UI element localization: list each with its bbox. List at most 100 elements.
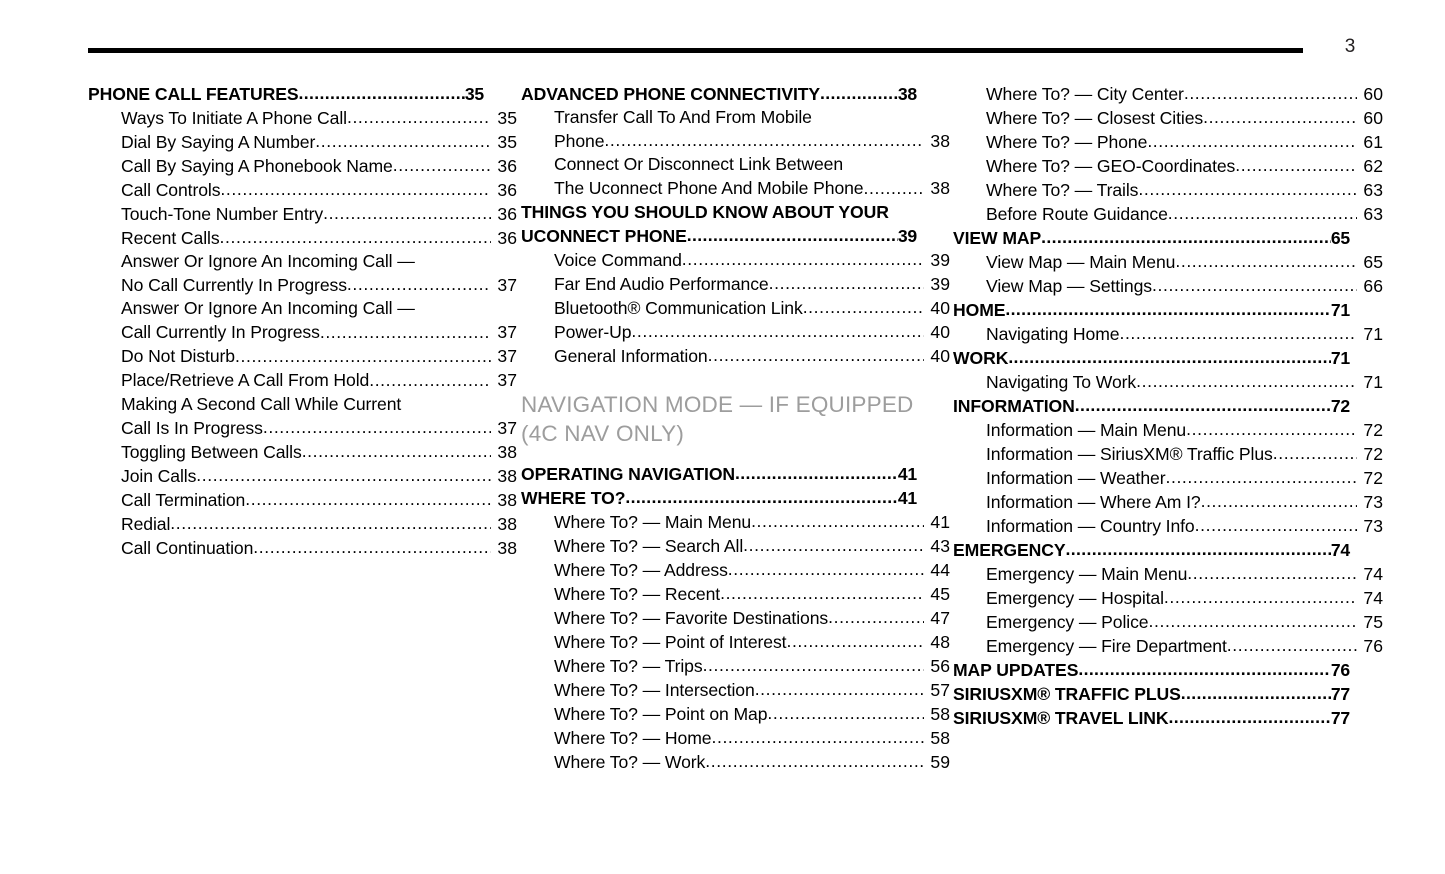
toc-entry-heading[interactable]: WHERE TO? 41 [521,486,917,510]
toc-entry[interactable]: Do Not Disturb 37 [88,345,517,369]
toc-entry[interactable]: Power-Up 40 [521,320,950,344]
toc-entry[interactable]: Information — Where Am I? 73 [953,490,1383,514]
toc-entry-page-number: 62 [1363,155,1383,176]
toc-entry-heading[interactable]: UCONNECT PHONE 39 [521,224,917,248]
toc-entry[interactable]: Where To? — Trips 56 [521,654,950,678]
toc-entry[interactable]: Toggling Between Calls 38 [88,440,517,464]
toc-entry[interactable]: Where To? — Closest Cities 60 [953,106,1383,130]
toc-entry[interactable]: Where To? — Intersection 57 [521,678,950,702]
toc-column-1: PHONE CALL FEATURES35Ways To Initiate A … [88,82,517,560]
toc-entry[interactable]: Information — Weather 72 [953,466,1383,490]
toc-entry[interactable]: Join Calls 38 [88,464,517,488]
toc-entry[interactable]: Navigating To Work 71 [953,370,1383,394]
toc-entry[interactable]: Far End Audio Performance 39 [521,272,950,296]
leader-dots [1195,514,1358,532]
toc-entry[interactable]: Transfer Call To And From Mobile [521,106,950,129]
leader-dots [393,154,492,172]
toc-entry[interactable]: Information — Country Info 73 [953,514,1383,538]
toc-entry-page-number: 75 [1363,611,1383,632]
leader-dots [1078,658,1330,676]
toc-entry[interactable]: Voice Command 39 [521,248,950,272]
toc-entry-label: Call Controls [121,179,221,200]
toc-entry[interactable]: Bluetooth® Communication Link 40 [521,296,950,320]
toc-entry-page-number: 72 [1363,419,1383,440]
toc-entry-heading[interactable]: SIRIUSXM® TRAVEL LINK 77 [953,706,1350,730]
toc-entry[interactable]: General Information 40 [521,344,950,368]
toc-entry-page-number: 76 [1363,635,1383,656]
leader-dots [828,606,924,624]
toc-entry[interactable]: Call Is In Progress 37 [88,416,517,440]
toc-entry-heading[interactable]: OPERATING NAVIGATION 41 [521,462,917,486]
toc-entry[interactable]: Where To? — Main Menu 41 [521,510,950,534]
toc-entry-heading[interactable]: WORK 71 [953,346,1350,370]
toc-entry[interactable]: Ways To Initiate A Phone Call 35 [88,106,517,130]
toc-entry[interactable]: Making A Second Call While Current [88,393,517,416]
toc-entry-page-number: 61 [1363,131,1383,152]
toc-entry[interactable]: Call Termination 38 [88,488,517,512]
toc-entry-page-number: 38 [497,441,517,462]
toc-entry-heading[interactable]: THINGS YOU SHOULD KNOW ABOUT YOUR [521,201,917,224]
leader-dots [1152,274,1357,292]
toc-entry-label: Where To? — Point of Interest [554,631,787,652]
toc-entry[interactable]: Where To? — City Center 60 [953,82,1383,106]
toc-entry-label: WORK [953,347,1009,368]
toc-entry-page-number: 71 [1363,371,1383,392]
leader-dots [1181,682,1331,700]
toc-entry-heading[interactable]: HOME 71 [953,298,1350,322]
toc-entry[interactable]: Touch-Tone Number Entry 36 [88,202,517,226]
toc-entry-heading[interactable]: ADVANCED PHONE CONNECTIVITY 38 [521,82,917,106]
toc-entry[interactable]: Emergency — Police 75 [953,610,1383,634]
toc-entry-page-number: 58 [930,703,950,724]
toc-entry-heading[interactable]: VIEW MAP 65 [953,226,1350,250]
toc-entry[interactable]: Recent Calls 36 [88,226,517,250]
toc-entry-label: Place/Retrieve A Call From Hold [121,370,370,391]
toc-entry[interactable]: No Call Currently In Progress 37 [88,273,517,297]
toc-entry[interactable]: Information — Main Menu 72 [953,418,1383,442]
toc-entry[interactable]: Emergency — Main Menu 74 [953,562,1383,586]
toc-entry[interactable]: Call Continuation 38 [88,536,517,560]
toc-entry[interactable]: Connect Or Disconnect Link Between [521,153,950,176]
toc-entry[interactable]: Where To? — Point of Interest 48 [521,630,950,654]
toc-entry[interactable]: Where To? — Home 58 [521,726,950,750]
leader-dots [1066,538,1331,556]
toc-entry[interactable]: Before Route Guidance 63 [953,202,1383,226]
toc-entry[interactable]: Emergency — Hospital 74 [953,586,1383,610]
toc-entry-page-number: 47 [930,607,950,628]
toc-entry[interactable]: Information — SiriusXM® Traffic Plus 72 [953,442,1383,466]
toc-entry[interactable]: Answer Or Ignore An Incoming Call — [88,250,517,273]
toc-entry[interactable]: View Map — Main Menu 65 [953,250,1383,274]
toc-entry[interactable]: Where To? — Search All 43 [521,534,950,558]
toc-entry[interactable]: Navigating Home 71 [953,322,1383,346]
toc-entry[interactable]: View Map — Settings 66 [953,274,1383,298]
toc-entry[interactable]: Call By Saying A Phonebook Name 36 [88,154,517,178]
toc-entry-heading[interactable]: MAP UPDATES 76 [953,658,1350,682]
leader-dots [347,106,491,124]
toc-entry[interactable]: Where To? — Address 44 [521,558,950,582]
leader-dots [1138,178,1357,196]
toc-entry[interactable]: The Uconnect Phone And Mobile Phone 38 [521,177,950,201]
toc-entry[interactable]: Call Currently In Progress 37 [88,321,517,345]
toc-entry[interactable]: Dial By Saying A Number 35 [88,130,517,154]
toc-entry[interactable]: Where To? — Recent 45 [521,582,950,606]
toc-entry[interactable]: Place/Retrieve A Call From Hold 37 [88,369,517,393]
toc-entry-heading[interactable]: INFORMATION 72 [953,394,1350,418]
toc-entry[interactable]: Where To? — Favorite Destinations 47 [521,606,950,630]
toc-entry-label: View Map — Settings [986,275,1152,296]
toc-entry[interactable]: Phone 38 [521,129,950,153]
toc-entry[interactable]: Where To? — Point on Map 58 [521,702,950,726]
toc-entry[interactable]: Redial 38 [88,512,517,536]
toc-entry[interactable]: Answer Or Ignore An Incoming Call — [88,297,517,320]
toc-entry-page-number: 41 [930,511,950,532]
toc-entry-heading[interactable]: EMERGENCY 74 [953,538,1350,562]
toc-entry-label: Where To? — Favorite Destinations [554,607,829,628]
leader-dots [1008,346,1331,364]
toc-entry-page-number: 74 [1330,539,1350,560]
toc-entry[interactable]: Call Controls 36 [88,178,517,202]
toc-entry[interactable]: Where To? — GEO-Coordinates 62 [953,154,1383,178]
toc-entry[interactable]: Emergency — Fire Department 76 [953,634,1383,658]
toc-entry-heading[interactable]: SIRIUSXM® TRAFFIC PLUS 77 [953,682,1350,706]
toc-entry[interactable]: Where To? — Trails 63 [953,178,1383,202]
toc-entry[interactable]: Where To? — Work 59 [521,750,950,774]
toc-entry[interactable]: Where To? — Phone 61 [953,130,1383,154]
toc-entry-heading[interactable]: PHONE CALL FEATURES 35 [88,82,484,106]
